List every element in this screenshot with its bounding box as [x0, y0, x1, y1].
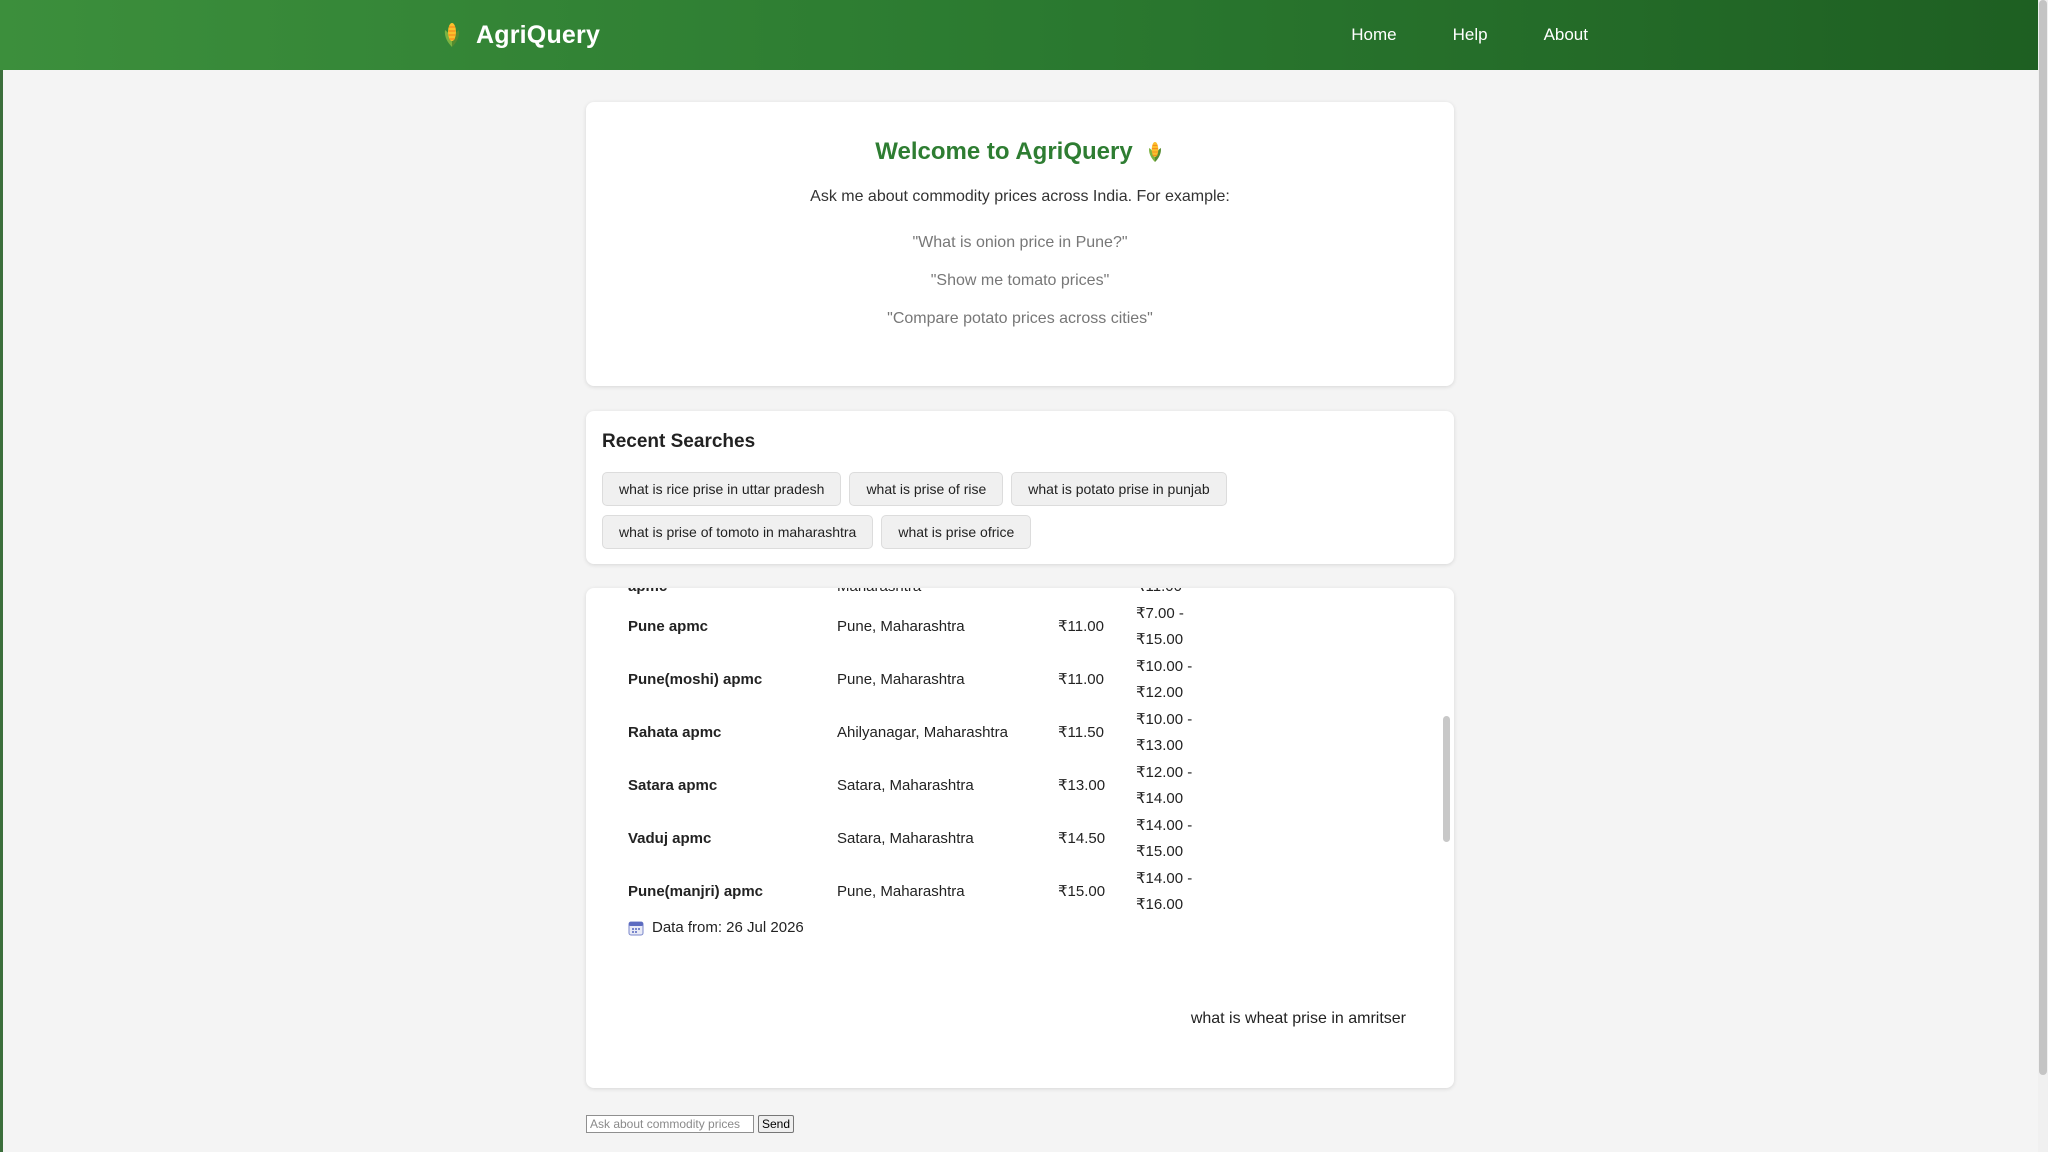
price-range: ₹14.00 - ₹15.00 — [1136, 812, 1206, 865]
market-name: Rahata apmc — [628, 724, 722, 741]
table-row: Satara apmc Satara, Maharashtra ₹13.00 ₹… — [628, 759, 1408, 812]
recent-searches-list: what is rice prise in uttar pradesh what… — [602, 472, 1442, 549]
market-name: Vaduj apmc — [628, 830, 712, 847]
market-location: Maharashtra — [837, 588, 921, 600]
modal-price: ₹11.00 — [1058, 671, 1104, 688]
market-name: Pune apmc — [628, 618, 709, 635]
price-range: ₹11.00 — [1136, 588, 1182, 600]
price-range-high: ₹13.00 — [1136, 736, 1184, 754]
navbar: AgriQuery Home Help About — [0, 0, 2038, 70]
modal-price: ₹11.50 — [1058, 724, 1104, 741]
price-range-low: ₹14.00 - — [1136, 869, 1193, 887]
price-range-low: ₹10.00 - — [1136, 657, 1193, 675]
corn-icon — [444, 23, 460, 47]
recent-searches-card: Recent Searches what is rice prise in ut… — [586, 411, 1454, 564]
modal-price: ₹11.00 — [1058, 618, 1104, 635]
table-row: apmc Maharashtra ₹11.00 — [628, 588, 1408, 600]
welcome-card: Welcome to AgriQuery Ask me about commod… — [586, 102, 1454, 386]
page-scrollbar-thumb[interactable] — [2039, 0, 2047, 1075]
welcome-title-text: Welcome to AgriQuery — [875, 138, 1133, 165]
welcome-intro: Ask me about commodity prices across Ind… — [810, 188, 1230, 205]
market-name: Pune(moshi) apmc — [628, 671, 763, 688]
price-range: ₹12.00 - ₹14.00 — [1136, 759, 1206, 812]
query-input[interactable] — [586, 1115, 754, 1133]
data-date: Data from: 26 Jul 2026 — [628, 919, 804, 936]
modal-price: ₹15.00 — [1058, 883, 1106, 900]
price-range: ₹10.00 - ₹12.00 — [1136, 653, 1206, 706]
nav-home-link[interactable]: Home — [1351, 25, 1396, 45]
chat-panel[interactable]: apmc Maharashtra ₹11.00 Pune apmc Pune, … — [586, 588, 1454, 1088]
user-message: what is wheat prise in amritser — [1190, 1010, 1406, 1027]
table-row: Vaduj apmc Satara, Maharashtra ₹14.50 ₹1… — [628, 812, 1408, 865]
nav-about-link[interactable]: About — [1544, 25, 1588, 45]
price-range-high: ₹16.00 — [1136, 895, 1184, 913]
market-location: Satara, Maharashtra — [837, 830, 974, 847]
corn-icon — [1148, 142, 1161, 162]
price-range-high: ₹15.00 — [1136, 630, 1184, 648]
welcome-title: Welcome to AgriQuery — [586, 138, 1454, 166]
window-edge — [0, 0, 3, 1152]
table-row: Pune apmc Pune, Maharashtra ₹11.00 ₹7.00… — [628, 600, 1408, 653]
market-location: Pune, Maharashtra — [837, 618, 965, 635]
recent-search-chip[interactable]: what is prise ofrice — [881, 515, 1032, 549]
market-location: Pune, Maharashtra — [837, 671, 965, 688]
nav-links: Home Help About — [1351, 0, 1588, 70]
table-row: Rahata apmc Ahilyanagar, Maharashtra ₹11… — [628, 706, 1408, 759]
modal-price: ₹14.50 — [1058, 830, 1106, 847]
price-range-high: ₹12.00 — [1136, 683, 1184, 701]
example-query: "Show me tomato prices" — [930, 272, 1110, 289]
page-scrollbar[interactable] — [2038, 0, 2048, 1152]
data-date-text: Data from: 26 Jul 2026 — [652, 919, 804, 936]
price-range-high: ₹15.00 — [1136, 842, 1184, 860]
price-range: ₹10.00 - ₹13.00 — [1136, 706, 1206, 759]
recent-search-chip[interactable]: what is potato prise in punjab — [1011, 472, 1227, 506]
recent-search-chip[interactable]: what is prise of tomoto in maharashtra — [602, 515, 874, 549]
price-range-low: ₹12.00 - — [1136, 763, 1193, 781]
price-range: ₹7.00 - ₹15.00 — [1136, 600, 1206, 653]
price-range-low: ₹7.00 - — [1136, 604, 1184, 622]
table-row: Pune(manjri) apmc Pune, Maharashtra ₹15.… — [628, 865, 1408, 918]
table-row: Pune(moshi) apmc Pune, Maharashtra ₹11.0… — [628, 653, 1408, 706]
recent-search-chip[interactable]: what is rice prise in uttar pradesh — [602, 472, 842, 506]
calendar-icon — [628, 921, 644, 935]
send-button[interactable]: Send — [758, 1115, 795, 1133]
recent-search-chip[interactable]: what is prise of rise — [849, 472, 1004, 506]
price-range: ₹14.00 - ₹16.00 — [1136, 865, 1206, 918]
market-name: Pune(manjri) apmc — [628, 883, 764, 900]
price-range-high: ₹14.00 — [1136, 789, 1184, 807]
recent-searches-title: Recent Searches — [602, 431, 756, 452]
composer: Send — [586, 1115, 795, 1133]
price-range-low: ₹14.00 - — [1136, 816, 1193, 834]
brand[interactable]: AgriQuery — [440, 0, 600, 70]
nav-help-link[interactable]: Help — [1453, 25, 1488, 45]
market-name: apmc — [628, 588, 667, 600]
market-location: Pune, Maharashtra — [837, 883, 965, 900]
market-name: Satara apmc — [628, 777, 718, 794]
modal-price: ₹13.00 — [1058, 777, 1106, 794]
market-location: Ahilyanagar, Maharashtra — [837, 724, 1008, 741]
brand-name: AgriQuery — [476, 20, 601, 49]
market-location: Satara, Maharashtra — [837, 777, 974, 794]
price-range-low: ₹10.00 - — [1136, 710, 1193, 728]
chat-scrollbar-thumb[interactable] — [1443, 716, 1450, 842]
example-query: "What is onion price in Pune?" — [912, 234, 1128, 251]
example-query: "Compare potato prices across cities" — [887, 310, 1153, 327]
